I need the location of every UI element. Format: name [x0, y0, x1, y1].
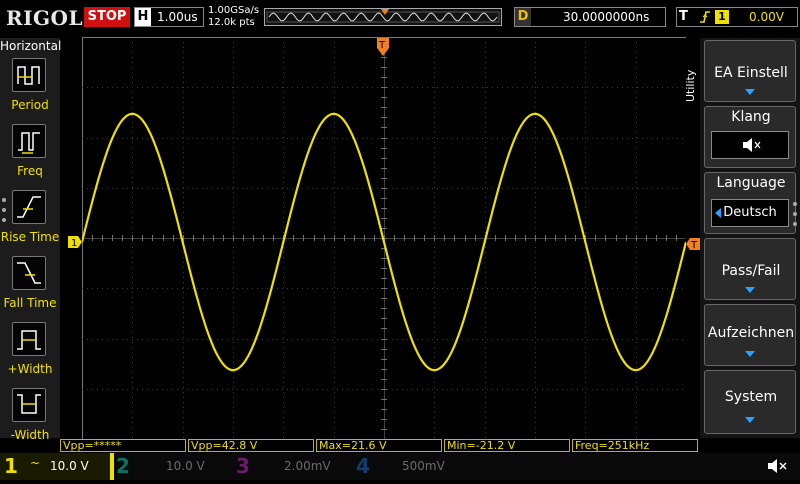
measure-negative-width-label: -Width [10, 428, 50, 442]
sound-button[interactable]: Klang [704, 106, 796, 168]
measure-period-label: Period [11, 98, 49, 112]
timebase-value: 1.00us [157, 10, 198, 24]
svg-text:T: T [378, 40, 386, 51]
measurement-frequency[interactable]: Freq=251kHz [572, 439, 698, 452]
rise-time-icon [12, 190, 46, 224]
memory-depth: 12.0k pts [208, 17, 255, 28]
chevron-down-icon [745, 89, 755, 95]
measurement-bar: Vpp=***** Vpp=42.8 V Max=21.6 V Min=-21.… [60, 439, 700, 453]
channel-4-number: 4 [356, 454, 370, 478]
negative-width-icon [12, 388, 46, 422]
system-label: System [724, 389, 778, 405]
measure-period[interactable]: Period [0, 56, 60, 120]
trigger-level-marker[interactable]: T [686, 238, 700, 250]
channel-1-marker[interactable]: 1 [68, 236, 82, 248]
channel-2-settings[interactable]: 2 10.0 V [112, 453, 228, 480]
channel-3-number: 3 [236, 454, 250, 478]
pass-fail-button[interactable]: Pass/Fail [704, 238, 796, 300]
channel-3-scale: 2.00mV [284, 459, 331, 473]
trigger-indicator[interactable]: T 1 0.00V [676, 7, 798, 27]
system-button[interactable]: System [704, 370, 796, 434]
menu-title: Horizontal [0, 39, 62, 53]
measure-rise-time[interactable]: Rise Time [0, 188, 60, 252]
measure-negative-width[interactable]: -Width [0, 386, 60, 450]
language-button[interactable]: Language Deutsch [704, 172, 796, 234]
channel-1-scale: 10.0 V [50, 459, 89, 473]
measurement-min[interactable]: Min=-21.2 V [444, 439, 570, 452]
trigger-position-marker[interactable]: T [377, 38, 389, 58]
channel-1-settings[interactable]: 1 ~ 10.0 V [0, 453, 114, 480]
channel-3-settings[interactable]: 3 2.00mV [232, 453, 348, 480]
acquisition-info: 1.00GSa/s 12.0k pts [208, 5, 259, 29]
channel-2-scale: 10.0 V [166, 459, 205, 473]
frequency-icon [12, 124, 46, 158]
rising-edge-icon [699, 9, 711, 29]
language-value: Deutsch [723, 205, 777, 220]
speaker-mute-icon [743, 138, 761, 152]
delay-value: 30.0000000ns [563, 10, 650, 24]
period-icon [12, 58, 46, 92]
channel-1-number: 1 [4, 454, 18, 478]
scroll-indicator [2, 198, 6, 228]
measure-fall-time-label: Fall Time [3, 296, 57, 310]
ac-coupling-icon: ~ [30, 456, 41, 470]
pass-fail-label: Pass/Fail [721, 263, 781, 279]
channel-2-number: 2 [116, 454, 130, 478]
measure-frequency[interactable]: Freq [0, 122, 60, 186]
measure-positive-width-label: +Width [7, 362, 53, 376]
io-settings-label: EA Einstell [714, 65, 788, 81]
measurement-vpp-invalid[interactable]: Vpp=***** [60, 439, 186, 452]
timebase-key: H [135, 8, 151, 26]
measurement-max[interactable]: Max=21.6 V [316, 439, 442, 452]
chevron-down-icon [745, 351, 755, 357]
delay-indicator[interactable]: D 30.0000000ns [514, 7, 666, 27]
delay-key: D [515, 8, 531, 26]
sound-label: Klang [731, 109, 771, 125]
measure-rise-time-label: Rise Time [0, 230, 60, 244]
trigger-source: 1 [715, 10, 729, 24]
channel-4-scale: 500mV [402, 459, 445, 473]
channel-4-settings[interactable]: 4 500mV [352, 453, 468, 480]
measure-fall-time[interactable]: Fall Time [0, 254, 60, 318]
chevron-down-icon [745, 417, 755, 423]
sample-rate: 1.00GSa/s [208, 5, 260, 16]
trigger-key: T [679, 9, 688, 24]
scroll-indicator [793, 202, 797, 232]
run-stop-status[interactable]: STOP [84, 7, 130, 27]
channel-bar: 1 ~ 10.0 V 2 10.0 V 3 2.00mV 4 500mV [0, 453, 800, 480]
waveform-display[interactable] [82, 37, 686, 439]
measure-positive-width[interactable]: +Width [0, 320, 60, 384]
trigger-level: 0.00V [749, 10, 784, 24]
language-value-box: Deutsch [711, 199, 789, 227]
svg-text:1: 1 [71, 238, 77, 248]
language-label: Language [716, 175, 786, 191]
memory-overview-bar [264, 8, 502, 26]
svg-text:T: T [690, 240, 698, 250]
memory-waveform-icon [266, 9, 500, 23]
utility-menu-title: Utility [684, 69, 697, 102]
positive-width-icon [12, 322, 46, 356]
measurement-vpp[interactable]: Vpp=42.8 V [188, 439, 314, 452]
rigol-logo: RIGOL [6, 6, 84, 30]
fall-time-icon [12, 256, 46, 290]
sound-value [711, 131, 789, 159]
timebase-indicator[interactable]: H 1.00us [134, 7, 204, 27]
io-settings-button[interactable]: EA Einstell [704, 40, 796, 102]
horizontal-measure-menu: Horizontal Period Freq Rise Time Fall Ti… [0, 38, 62, 442]
speaker-mute-icon[interactable] [762, 455, 792, 477]
record-button[interactable]: Aufzeichnen [704, 304, 796, 366]
utility-menu: EA Einstell Klang Language Deutsch Pass/… [700, 38, 800, 438]
measure-frequency-label: Freq [17, 164, 43, 178]
chevron-down-icon [745, 287, 755, 293]
record-label: Aufzeichnen [707, 325, 795, 341]
